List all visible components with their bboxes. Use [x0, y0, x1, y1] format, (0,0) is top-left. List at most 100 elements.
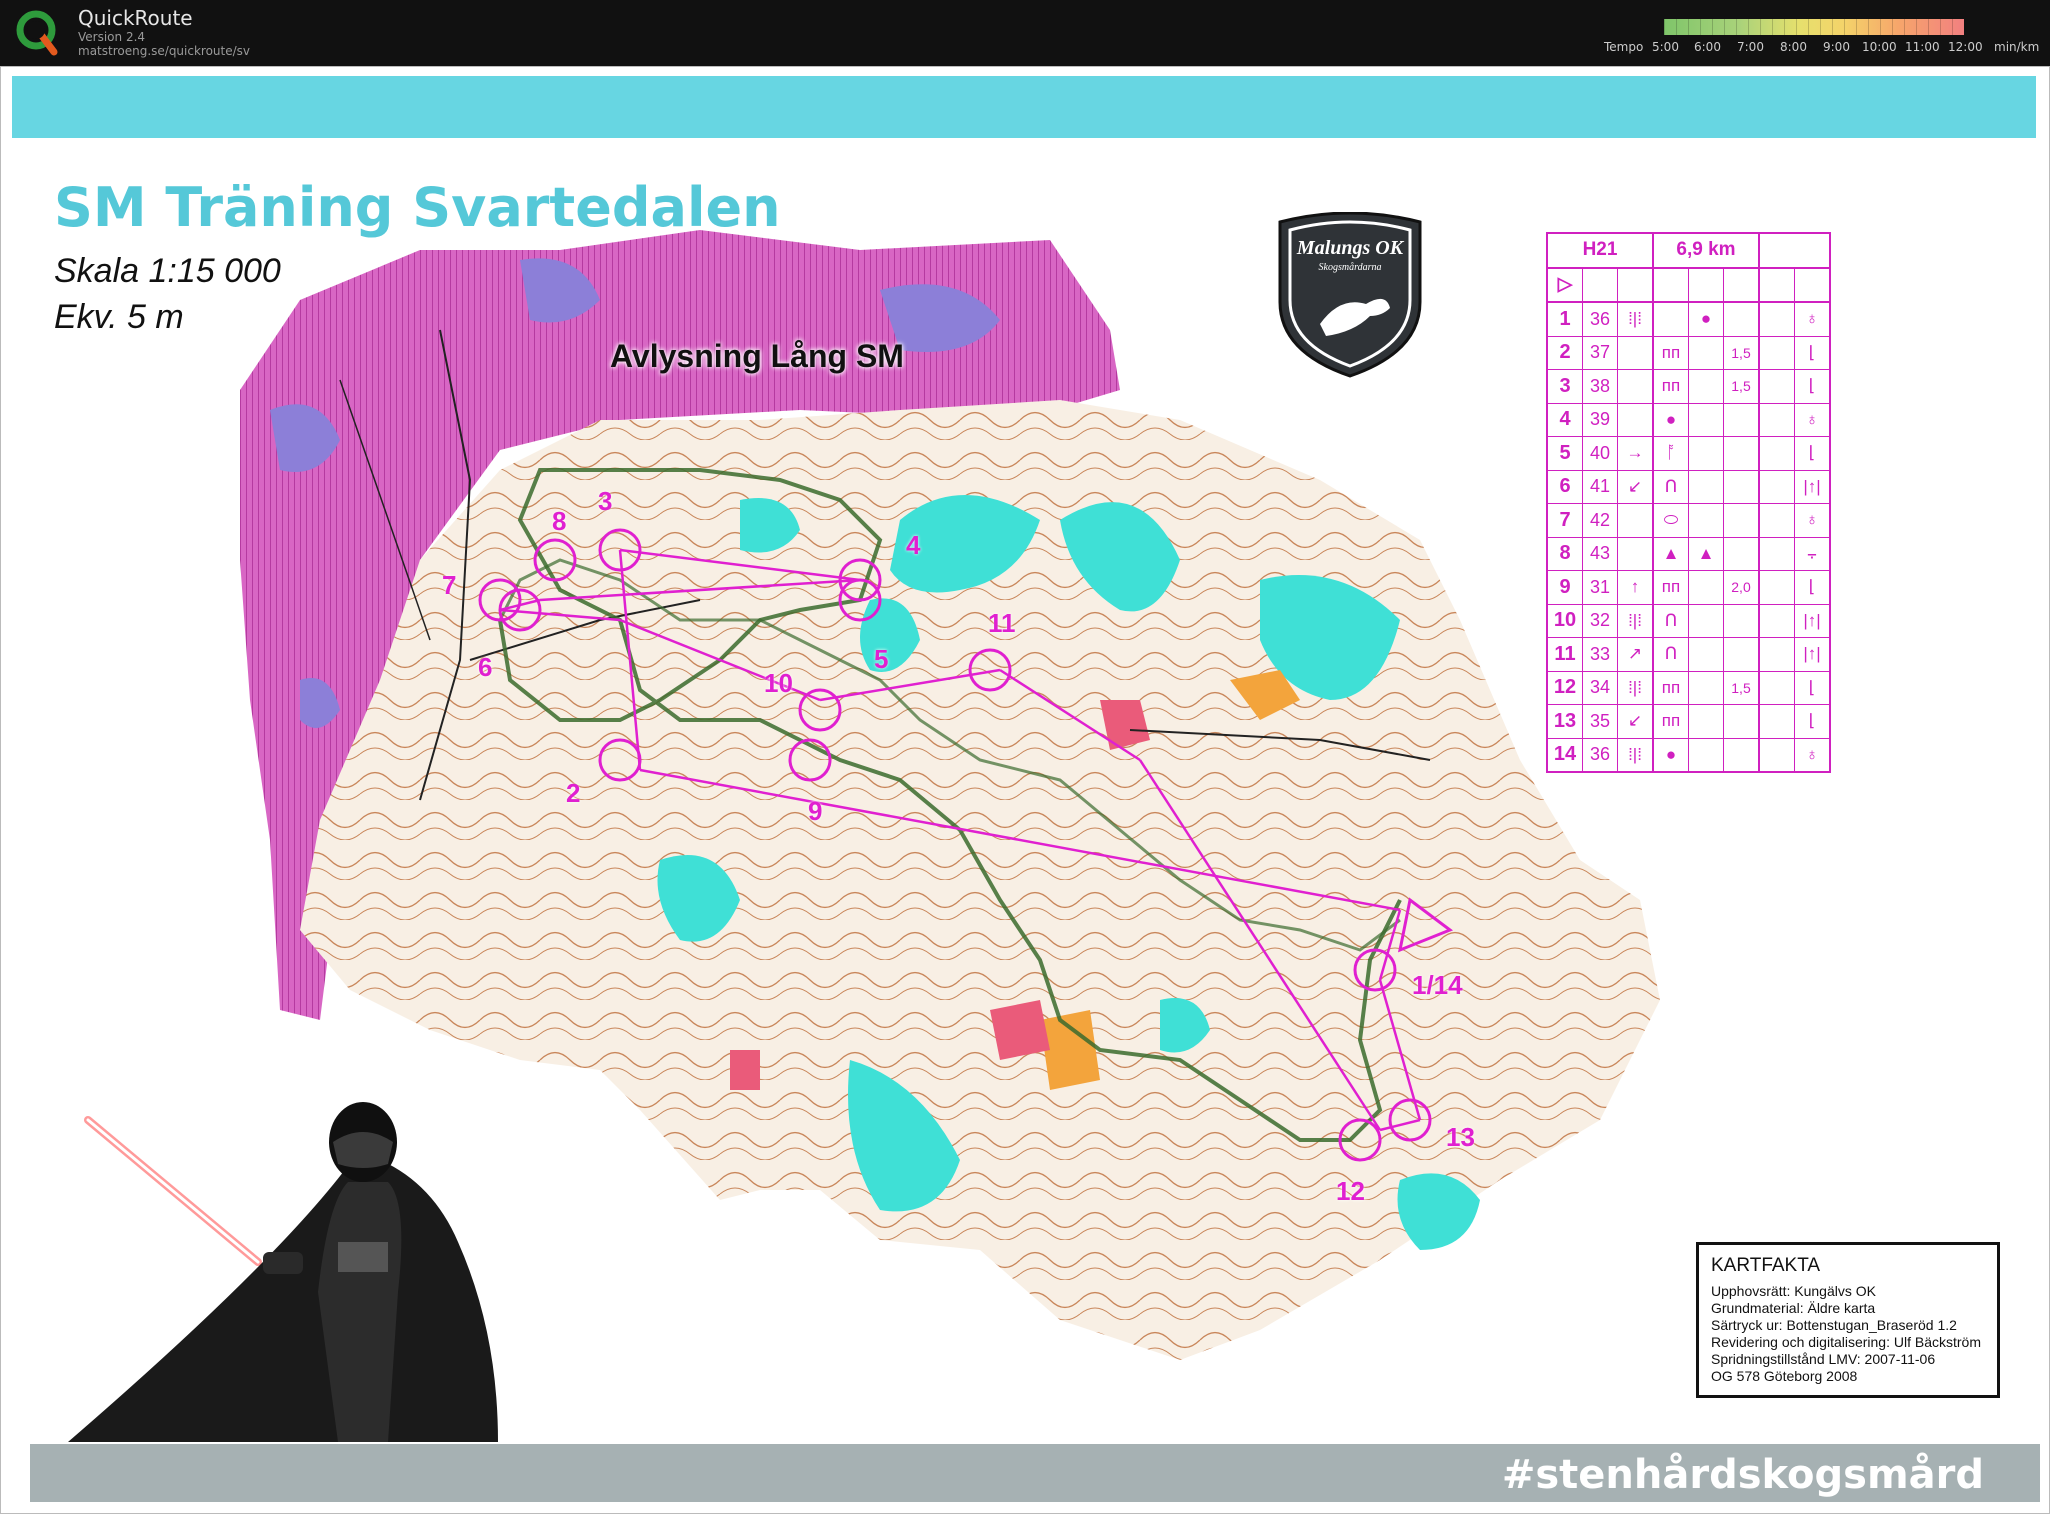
- row-symbol: ♁: [1794, 503, 1831, 538]
- row-symbol: [1617, 335, 1654, 370]
- row-symbol: [1758, 737, 1795, 773]
- row-symbol: [1688, 335, 1724, 370]
- description-header-row: H21 6,9 km: [1546, 232, 1831, 269]
- row-number: 14: [1546, 737, 1583, 773]
- row-dimension: [1723, 536, 1760, 571]
- row-code: 35: [1582, 704, 1618, 739]
- row-code: 31: [1582, 570, 1618, 605]
- map-facts-line: Spridningstillstånd LMV: 2007-11-06: [1711, 1351, 1936, 1367]
- control-label: 1/14: [1412, 970, 1463, 1000]
- row-symbol: [1617, 369, 1654, 404]
- row-symbol: ᚩ: [1652, 436, 1689, 471]
- club-logo-name: Malungs OK: [1296, 237, 1405, 259]
- description-row: 7 42 ⬭ ♁: [1546, 503, 1831, 538]
- club-logo-icon: Malungs OK Skogsmårdarna: [1278, 212, 1422, 378]
- row-dimension: 1,5: [1723, 369, 1760, 404]
- row-symbol: ↗: [1617, 637, 1654, 672]
- row-dimension: 1,5: [1723, 335, 1760, 370]
- description-row: 14 36 ⁞|⁞ ● ♁: [1546, 737, 1831, 773]
- control-label: 3: [598, 486, 613, 516]
- row-dimension: [1723, 737, 1760, 773]
- row-symbol: ●: [1652, 402, 1689, 437]
- control-label: 4: [906, 530, 921, 560]
- row-dimension: [1723, 301, 1760, 337]
- row-code: 32: [1582, 603, 1618, 638]
- control-label: 6: [478, 652, 493, 682]
- row-symbol: [1688, 402, 1724, 437]
- row-number: 4: [1546, 402, 1583, 437]
- control-label: 7: [442, 570, 457, 600]
- row-symbol: ♁: [1794, 737, 1831, 773]
- map-facts-line: Upphovsrätt: Kungälvs OK: [1711, 1283, 1876, 1299]
- table-cell: [1794, 267, 1831, 303]
- row-code: 43: [1582, 536, 1618, 571]
- row-symbol: [1617, 503, 1654, 538]
- control-label: 11: [988, 608, 1016, 638]
- control-label: 12: [1336, 1176, 1365, 1206]
- row-code: 34: [1582, 670, 1618, 705]
- row-dimension: [1723, 637, 1760, 672]
- row-number: 12: [1546, 670, 1583, 705]
- row-number: 6: [1546, 469, 1583, 504]
- row-symbol: ●: [1688, 301, 1724, 337]
- control-description-table: H21 6,9 km ▷ 1 36 ⁞|⁞ ● ♁ 2 37 ᴨᴨ 1,5 ⌊ …: [1546, 232, 1831, 773]
- row-symbol: ⬭: [1652, 503, 1689, 538]
- table-cell: [1617, 267, 1654, 303]
- description-row: 12 34 ⁞|⁞ ᴨᴨ 1,5 ⌊: [1546, 670, 1831, 705]
- row-symbol: ᴨᴨ: [1652, 670, 1689, 705]
- row-number: 7: [1546, 503, 1583, 538]
- row-symbol: ⌊: [1794, 436, 1831, 471]
- control-label: 9: [808, 796, 823, 826]
- row-symbol: [1758, 335, 1795, 370]
- row-symbol: [1688, 469, 1724, 504]
- row-code: 36: [1582, 301, 1618, 337]
- description-row: 1 36 ⁞|⁞ ● ♁: [1546, 301, 1831, 337]
- row-number: 2: [1546, 335, 1583, 370]
- row-symbol: ᴨᴨ: [1652, 335, 1689, 370]
- row-code: 41: [1582, 469, 1618, 504]
- row-code: 36: [1582, 737, 1618, 773]
- row-code: 33: [1582, 637, 1618, 672]
- row-number: 8: [1546, 536, 1583, 571]
- row-symbol: [1688, 737, 1724, 773]
- open-land: [730, 1050, 760, 1090]
- description-row: 2 37 ᴨᴨ 1,5 ⌊: [1546, 335, 1831, 370]
- row-number: 10: [1546, 603, 1583, 638]
- row-dimension: 2,0: [1723, 570, 1760, 605]
- row-dimension: [1723, 704, 1760, 739]
- row-symbol: ⌊: [1794, 369, 1831, 404]
- row-symbol: [1652, 301, 1689, 337]
- description-row: 9 31 ↑ ᴨᴨ 2,0 ⌊: [1546, 570, 1831, 605]
- description-row: 13 35 ↙ ᴨᴨ ⌊: [1546, 704, 1831, 739]
- row-symbol: [1688, 704, 1724, 739]
- row-symbol: ᴨᴨ: [1652, 704, 1689, 739]
- map-facts-line: Särtryck ur: Bottenstugan_Braseröd 1.2: [1711, 1317, 1957, 1333]
- row-symbol: [1758, 570, 1795, 605]
- row-symbol: ↙: [1617, 704, 1654, 739]
- table-cell: [1582, 267, 1618, 303]
- row-symbol: |↑|: [1794, 469, 1831, 504]
- row-symbol: ⌊: [1794, 570, 1831, 605]
- description-row: 4 39 ● ♁: [1546, 402, 1831, 437]
- row-symbol: ᑎ: [1652, 603, 1689, 638]
- row-symbol: ᑎ: [1652, 469, 1689, 504]
- row-symbol: ♁: [1794, 301, 1831, 337]
- row-symbol: ♁: [1794, 402, 1831, 437]
- row-symbol: ᴨᴨ: [1652, 570, 1689, 605]
- row-symbol: [1617, 536, 1654, 571]
- darth-vader-illustration-icon: [68, 1102, 498, 1442]
- row-symbol: ↑: [1617, 570, 1654, 605]
- map-scale: Skala 1:15 000: [54, 252, 281, 290]
- table-cell: [1688, 267, 1724, 303]
- row-dimension: [1723, 603, 1760, 638]
- row-dimension: [1723, 469, 1760, 504]
- table-cell: [1758, 267, 1795, 303]
- row-number: 5: [1546, 436, 1583, 471]
- course-class: H21: [1546, 232, 1654, 269]
- map-facts-box: KARTFAKTA Upphovsrätt: Kungälvs OK Grund…: [1696, 1242, 2000, 1398]
- row-symbol: ▲: [1688, 536, 1724, 571]
- row-symbol: ⌊: [1794, 704, 1831, 739]
- row-symbol: ᴨᴨ: [1652, 369, 1689, 404]
- control-label: 10: [764, 668, 793, 698]
- row-symbol: [1758, 301, 1795, 337]
